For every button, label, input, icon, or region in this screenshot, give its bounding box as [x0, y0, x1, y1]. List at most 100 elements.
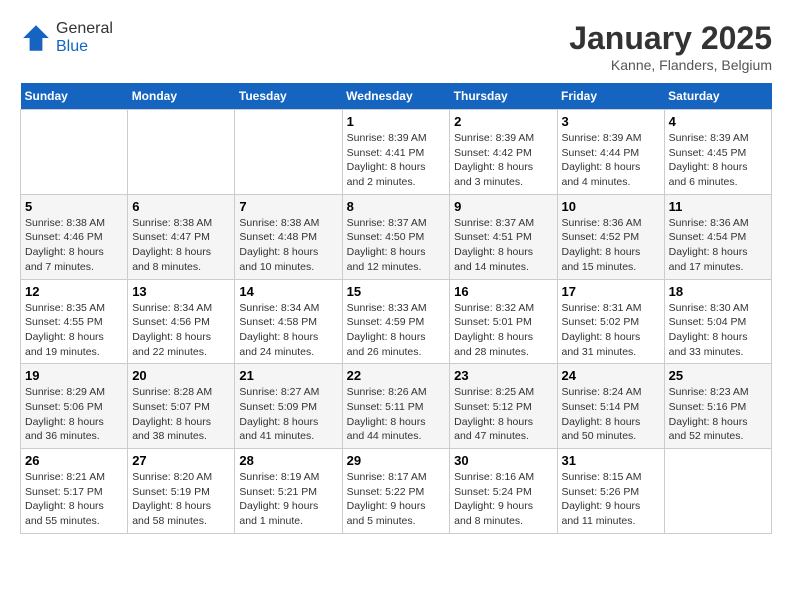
day-info: Sunrise: 8:21 AM Sunset: 5:17 PM Dayligh… [25, 470, 123, 529]
day-info: Sunrise: 8:19 AM Sunset: 5:21 PM Dayligh… [239, 470, 337, 529]
location: Kanne, Flanders, Belgium [569, 57, 772, 73]
calendar-cell: 7Sunrise: 8:38 AM Sunset: 4:48 PM Daylig… [235, 194, 342, 279]
calendar-cell: 2 Sunrise: 8:39 AM Sunset: 4:42 PM Daylig… [450, 110, 557, 195]
day-info: Sunrise: 8:17 AM Sunset: 5:22 PM Dayligh… [347, 470, 446, 529]
calendar-week-row: 19 Sunrise: 8:29 AM Sunset: 5:06 PM Dayli… [21, 364, 772, 449]
weekday-header: Wednesday [342, 83, 450, 110]
calendar-cell: 21 Sunrise: 8:27 AM Sunset: 5:09 PM Dayli… [235, 364, 342, 449]
calendar-cell: 13Sunrise: 8:34 AM Sunset: 4:56 PM Dayli… [128, 279, 235, 364]
calendar-table: SundayMondayTuesdayWednesdayThursdayFrid… [20, 83, 772, 534]
calendar-cell: 10Sunrise: 8:36 AM Sunset: 4:52 PM Dayli… [557, 194, 664, 279]
weekday-header: Friday [557, 83, 664, 110]
day-number: 8 [347, 199, 446, 214]
weekday-header-row: SundayMondayTuesdayWednesdayThursdayFrid… [21, 83, 772, 110]
day-info: Sunrise: 8:39 AM Sunset: 4:44 PM Dayligh… [562, 131, 660, 190]
day-number: 22 [347, 368, 446, 383]
month-title: January 2025 [569, 20, 772, 57]
calendar-cell: 30 Sunrise: 8:16 AM Sunset: 5:24 PM Dayli… [450, 449, 557, 534]
calendar-cell: 11 Sunrise: 8:36 AM Sunset: 4:54 PM Dayli… [664, 194, 771, 279]
day-info: Sunrise: 8:33 AM Sunset: 4:59 PM Dayligh… [347, 301, 446, 360]
title-block: January 2025 Kanne, Flanders, Belgium [569, 20, 772, 73]
calendar-cell: 31 Sunrise: 8:15 AM Sunset: 5:26 PM Dayli… [557, 449, 664, 534]
day-info: Sunrise: 8:39 AM Sunset: 4:45 PM Dayligh… [669, 131, 767, 190]
day-info: Sunrise: 8:15 AM Sunset: 5:26 PM Dayligh… [562, 470, 660, 529]
day-info: Sunrise: 8:32 AM Sunset: 5:01 PM Dayligh… [454, 301, 552, 360]
day-number: 21 [239, 368, 337, 383]
calendar-cell: 16 Sunrise: 8:32 AM Sunset: 5:01 PM Dayli… [450, 279, 557, 364]
day-info: Sunrise: 8:38 AM Sunset: 4:48 PM Dayligh… [239, 216, 337, 275]
day-info: Sunrise: 8:28 AM Sunset: 5:07 PM Dayligh… [132, 385, 230, 444]
day-number: 31 [562, 453, 660, 468]
day-number: 23 [454, 368, 552, 383]
calendar-cell: 3 Sunrise: 8:39 AM Sunset: 4:44 PM Daylig… [557, 110, 664, 195]
day-info: Sunrise: 8:35 AM Sunset: 4:55 PM Dayligh… [25, 301, 123, 360]
day-number: 3 [562, 114, 660, 129]
day-info: Sunrise: 8:29 AM Sunset: 5:06 PM Dayligh… [25, 385, 123, 444]
day-info: Sunrise: 8:39 AM Sunset: 4:41 PM Dayligh… [347, 131, 446, 190]
calendar-cell: 14 Sunrise: 8:34 AM Sunset: 4:58 PM Dayli… [235, 279, 342, 364]
day-number: 1 [347, 114, 446, 129]
day-number: 12 [25, 284, 123, 299]
day-number: 29 [347, 453, 446, 468]
day-number: 15 [347, 284, 446, 299]
day-number: 30 [454, 453, 552, 468]
day-info: Sunrise: 8:24 AM Sunset: 5:14 PM Dayligh… [562, 385, 660, 444]
calendar-cell [664, 449, 771, 534]
day-number: 16 [454, 284, 552, 299]
calendar-cell: 19 Sunrise: 8:29 AM Sunset: 5:06 PM Dayli… [21, 364, 128, 449]
day-info: Sunrise: 8:25 AM Sunset: 5:12 PM Dayligh… [454, 385, 552, 444]
day-info: Sunrise: 8:16 AM Sunset: 5:24 PM Dayligh… [454, 470, 552, 529]
calendar-cell: 9Sunrise: 8:37 AM Sunset: 4:51 PM Daylig… [450, 194, 557, 279]
calendar-week-row: 26 Sunrise: 8:21 AM Sunset: 5:17 PM Dayli… [21, 449, 772, 534]
day-number: 26 [25, 453, 123, 468]
calendar-cell: 25Sunrise: 8:23 AM Sunset: 5:16 PM Dayli… [664, 364, 771, 449]
weekday-header: Thursday [450, 83, 557, 110]
day-number: 4 [669, 114, 767, 129]
calendar-week-row: 5Sunrise: 8:38 AM Sunset: 4:46 PM Daylig… [21, 194, 772, 279]
day-info: Sunrise: 8:31 AM Sunset: 5:02 PM Dayligh… [562, 301, 660, 360]
calendar-cell: 5Sunrise: 8:38 AM Sunset: 4:46 PM Daylig… [21, 194, 128, 279]
logo-icon [20, 22, 52, 54]
day-info: Sunrise: 8:34 AM Sunset: 4:56 PM Dayligh… [132, 301, 230, 360]
calendar-cell: 1 Sunrise: 8:39 AM Sunset: 4:41 PM Daylig… [342, 110, 450, 195]
weekday-header: Tuesday [235, 83, 342, 110]
calendar-cell: 12 Sunrise: 8:35 AM Sunset: 4:55 PM Dayli… [21, 279, 128, 364]
day-number: 10 [562, 199, 660, 214]
day-number: 5 [25, 199, 123, 214]
day-number: 2 [454, 114, 552, 129]
weekday-header: Saturday [664, 83, 771, 110]
day-number: 25 [669, 368, 767, 383]
calendar-cell: 17 Sunrise: 8:31 AM Sunset: 5:02 PM Dayli… [557, 279, 664, 364]
calendar-cell [128, 110, 235, 195]
calendar-week-row: 12 Sunrise: 8:35 AM Sunset: 4:55 PM Dayli… [21, 279, 772, 364]
calendar-cell [21, 110, 128, 195]
weekday-header: Monday [128, 83, 235, 110]
day-info: Sunrise: 8:34 AM Sunset: 4:58 PM Dayligh… [239, 301, 337, 360]
calendar-cell: 4 Sunrise: 8:39 AM Sunset: 4:45 PM Daylig… [664, 110, 771, 195]
day-number: 17 [562, 284, 660, 299]
calendar-cell: 15 Sunrise: 8:33 AM Sunset: 4:59 PM Dayli… [342, 279, 450, 364]
day-info: Sunrise: 8:36 AM Sunset: 4:54 PM Dayligh… [669, 216, 767, 275]
calendar-cell: 6Sunrise: 8:38 AM Sunset: 4:47 PM Daylig… [128, 194, 235, 279]
day-number: 24 [562, 368, 660, 383]
day-info: Sunrise: 8:37 AM Sunset: 4:51 PM Dayligh… [454, 216, 552, 275]
day-number: 14 [239, 284, 337, 299]
logo-text: General Blue [56, 20, 113, 56]
day-info: Sunrise: 8:30 AM Sunset: 5:04 PM Dayligh… [669, 301, 767, 360]
day-info: Sunrise: 8:26 AM Sunset: 5:11 PM Dayligh… [347, 385, 446, 444]
day-info: Sunrise: 8:39 AM Sunset: 4:42 PM Dayligh… [454, 131, 552, 190]
day-number: 19 [25, 368, 123, 383]
logo: General Blue [20, 20, 113, 56]
calendar-cell [235, 110, 342, 195]
day-number: 11 [669, 199, 767, 214]
day-number: 20 [132, 368, 230, 383]
day-info: Sunrise: 8:37 AM Sunset: 4:50 PM Dayligh… [347, 216, 446, 275]
calendar-cell: 20 Sunrise: 8:28 AM Sunset: 5:07 PM Dayli… [128, 364, 235, 449]
calendar-cell: 24 Sunrise: 8:24 AM Sunset: 5:14 PM Dayli… [557, 364, 664, 449]
day-info: Sunrise: 8:27 AM Sunset: 5:09 PM Dayligh… [239, 385, 337, 444]
calendar-cell: 8 Sunrise: 8:37 AM Sunset: 4:50 PM Daylig… [342, 194, 450, 279]
calendar-cell: 27Sunrise: 8:20 AM Sunset: 5:19 PM Dayli… [128, 449, 235, 534]
weekday-header: Sunday [21, 83, 128, 110]
calendar-cell: 29 Sunrise: 8:17 AM Sunset: 5:22 PM Dayli… [342, 449, 450, 534]
calendar-cell: 18Sunrise: 8:30 AM Sunset: 5:04 PM Dayli… [664, 279, 771, 364]
